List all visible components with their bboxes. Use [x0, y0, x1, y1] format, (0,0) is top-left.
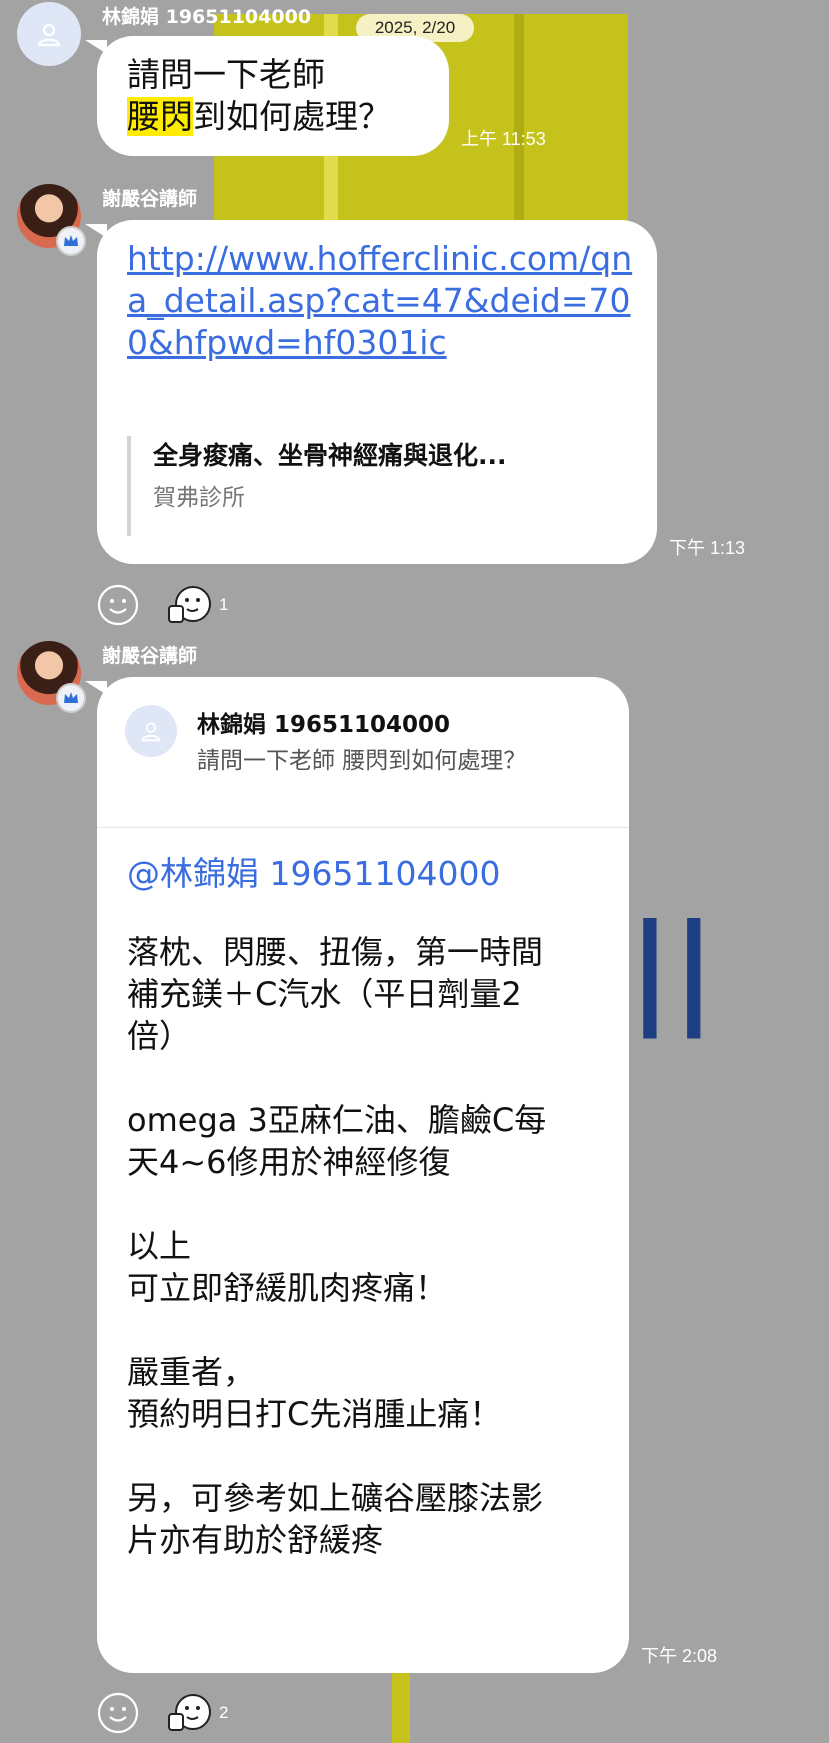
- message-text-line2: 到如何處理？: [193, 97, 391, 136]
- sender-name: 謝嚴谷講師: [102, 188, 198, 210]
- reaction-row: 1: [97, 584, 228, 626]
- thumbs-up-face-icon[interactable]: [167, 1692, 213, 1734]
- message-body-text: 落枕、閃腰、扭傷，第一時間 補充鎂＋C汽水（平日劑量2 倍） omega 3亞麻…: [127, 933, 547, 1559]
- message-bubble[interactable]: http://www.hofferclinic.com/qna_detail.a…: [85, 220, 657, 564]
- avatar-default[interactable]: [17, 2, 81, 66]
- message-bubble[interactable]: 請問一下老師 腰閃到如何處理？: [85, 36, 449, 156]
- message-bubble[interactable]: 林錦娟 19651104000 請問一下老師 腰閃到如何處理？ @林錦娟 196…: [85, 677, 629, 1673]
- sender-name: 林錦娟 19651104000: [102, 6, 312, 28]
- background-image-middle: ||: [628, 900, 716, 1039]
- highlighted-text: 腰閃: [127, 97, 193, 136]
- mention-link[interactable]: @林錦娟 19651104000: [127, 847, 500, 895]
- reply-quote[interactable]: 林錦娟 19651104000 請問一下老師 腰閃到如何處理？: [97, 677, 629, 828]
- link-preview-card[interactable]: 全身痠痛、坐骨神經痛與退化... 賀弗診所: [127, 436, 507, 536]
- smiley-outline-icon[interactable]: [97, 1692, 139, 1734]
- person-outline-icon: [37, 23, 61, 47]
- message-time: 下午 2:08: [641, 1646, 718, 1666]
- thumbs-up-face-icon[interactable]: [167, 584, 213, 626]
- sender-name: 謝嚴谷講師: [102, 645, 198, 667]
- message-time: 下午 1:13: [669, 538, 746, 558]
- reaction-row: 2: [97, 1692, 228, 1734]
- crown-icon: [56, 226, 86, 256]
- crown-icon: [56, 683, 86, 713]
- quote-sender-name: 林錦娟 19651104000: [197, 712, 451, 738]
- link-preview-title: 全身痠痛、坐骨神經痛與退化...: [153, 441, 507, 470]
- quote-avatar: [125, 705, 177, 757]
- link-preview-source: 賀弗診所: [153, 485, 245, 511]
- url-link[interactable]: http://www.hofferclinic.com/qna_detail.a…: [127, 238, 637, 364]
- quote-text: 請問一下老師 腰閃到如何處理？: [197, 748, 527, 774]
- reaction-count: 2: [219, 1703, 229, 1722]
- reaction-count: 1: [219, 595, 229, 614]
- message-time: 上午 11:53: [461, 129, 546, 149]
- smiley-outline-icon[interactable]: [97, 584, 139, 626]
- message-text-line1: 請問一下老師: [127, 55, 325, 94]
- person-outline-icon: [141, 722, 161, 742]
